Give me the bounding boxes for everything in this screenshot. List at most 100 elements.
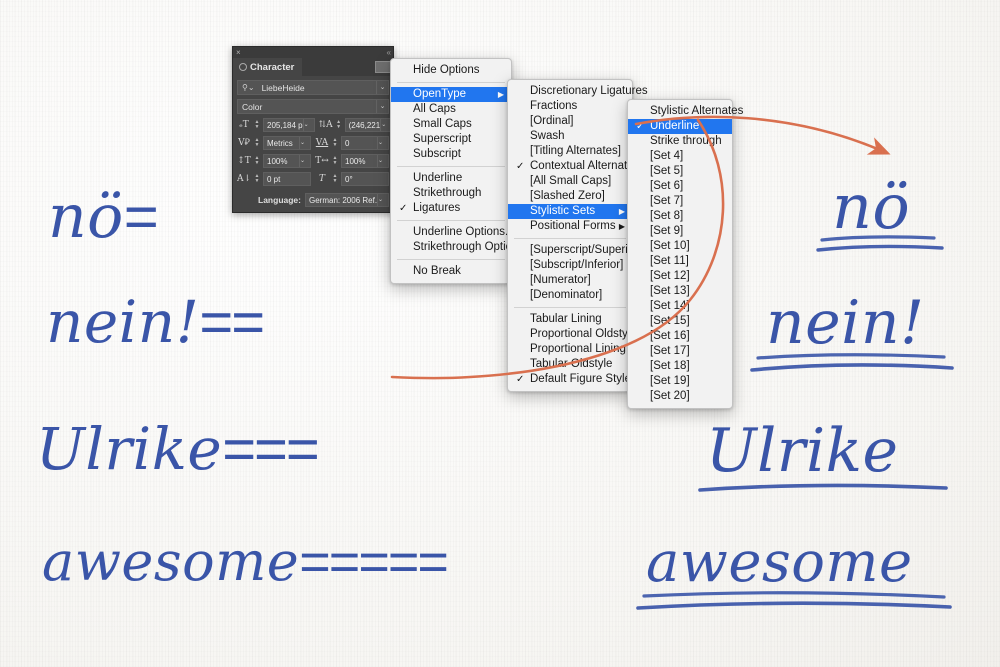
panel-options-menu[interactable]: Hide Options OpenType ▶ All Caps Small Caps S… bbox=[390, 58, 524, 284]
horizontal-scale-control[interactable]: T↔ ▲ ▼ 100% ⌄ bbox=[315, 154, 389, 168]
opentype-menu-item[interactable]: Swash bbox=[508, 129, 632, 144]
chevron-down-icon[interactable]: ⌄ bbox=[377, 137, 388, 149]
opentype-menu-item[interactable]: [Slashed Zero] bbox=[508, 189, 632, 204]
vertical-scale-control[interactable]: ↕T ▲ ▼ 100% ⌄ bbox=[237, 154, 311, 168]
tracking-control[interactable]: VA ▲ ▼ 0 ⌄ bbox=[315, 136, 389, 150]
stylistic-sets-menu-item[interactable]: ✓ Underline bbox=[628, 119, 732, 134]
tracking-field[interactable]: 0 ⌄ bbox=[341, 136, 389, 150]
collapse-icon[interactable]: « bbox=[387, 48, 392, 57]
opentype-menu-item-label: Swash bbox=[530, 130, 565, 142]
panel-menu-item[interactable]: Superscript bbox=[391, 132, 511, 147]
stepper-icon[interactable]: ▲ ▼ bbox=[331, 138, 339, 148]
stylistic-sets-menu-item-label: Stylistic Alternates bbox=[650, 105, 744, 117]
panel-menu-item[interactable]: ✓ Ligatures bbox=[391, 201, 511, 216]
chevron-down-icon[interactable]: ⌄ bbox=[299, 137, 310, 149]
chevron-down-icon[interactable]: ⌄ bbox=[302, 119, 314, 131]
kerning-control[interactable]: V⃎ ▲ ▼ Metrics ⌄ bbox=[237, 136, 311, 150]
stylistic-sets-menu-item[interactable]: [Set 5] bbox=[628, 164, 732, 179]
stylistic-sets-menu-item[interactable]: [Set 18] bbox=[628, 359, 732, 374]
character-panel[interactable]: × « Character ⚲⌄ LiebeHeide ⌄ Color ⌄ ₑT… bbox=[232, 46, 394, 213]
opentype-menu-item[interactable]: Discretionary Ligatures bbox=[508, 84, 648, 99]
opentype-menu-item[interactable]: Proportional Oldstyle bbox=[508, 327, 637, 342]
opentype-menu-item[interactable]: [Titling Alternates] bbox=[508, 144, 632, 159]
stepper-icon[interactable]: ▲ ▼ bbox=[331, 156, 339, 166]
baseline-shift-field[interactable]: 0 pt bbox=[263, 172, 311, 186]
stepper-icon[interactable]: ▲ ▼ bbox=[253, 174, 261, 184]
stepper-icon[interactable]: ▲ ▼ bbox=[335, 120, 343, 130]
opentype-menu-item[interactable]: Tabular Oldstyle bbox=[508, 357, 632, 372]
panel-menu-item[interactable]: OpenType ▶ bbox=[391, 87, 511, 102]
opentype-menu-item[interactable]: ✓ Contextual Alternates bbox=[508, 159, 639, 174]
stylistic-sets-menu-item[interactable]: [Set 10] bbox=[628, 239, 732, 254]
vertical-scale-field[interactable]: 100% ⌄ bbox=[263, 154, 311, 168]
horizontal-scale-field[interactable]: 100% ⌄ bbox=[341, 154, 389, 168]
leading-field[interactable]: (246,221 ⌄ bbox=[344, 118, 393, 132]
stylistic-sets-menu-item[interactable]: [Set 9] bbox=[628, 224, 732, 239]
stylistic-sets-menu-item[interactable]: [Set 15] bbox=[628, 314, 732, 329]
scale-row: ↕T ▲ ▼ 100% ⌄ T↔ ▲ ▼ 100% ⌄ bbox=[237, 154, 389, 168]
panel-menu-item[interactable]: No Break bbox=[391, 264, 511, 279]
stylistic-sets-menu-item[interactable]: Strike through bbox=[628, 134, 732, 149]
stylistic-sets-menu-item[interactable]: [Set 12] bbox=[628, 269, 732, 284]
panel-menu-item[interactable]: Subscript bbox=[391, 147, 511, 162]
opentype-menu-item[interactable]: Stylistic Sets ▶ bbox=[508, 204, 632, 219]
font-size-field[interactable]: 205,184 p ⌄ bbox=[263, 118, 315, 132]
opentype-submenu[interactable]: Discretionary Ligatures Fractions [Ordinal… bbox=[507, 79, 648, 392]
skew-control[interactable]: T ▲ ▼ 0° bbox=[315, 172, 389, 186]
baseline-shift-control[interactable]: A⇂ ▲ ▼ 0 pt bbox=[237, 172, 311, 186]
opentype-menu-item-label: Stylistic Sets bbox=[530, 205, 596, 217]
language-field[interactable]: German: 2006 Ref... ⌄ bbox=[305, 193, 389, 207]
tab-character[interactable]: Character bbox=[233, 58, 303, 76]
stylistic-sets-menu-item[interactable]: [Set 19] bbox=[628, 374, 732, 389]
opentype-menu-item[interactable]: [Subscript/Inferior] bbox=[508, 258, 632, 273]
chevron-down-icon[interactable]: ⌄ bbox=[376, 81, 388, 94]
panel-menu-item[interactable]: Underline bbox=[391, 171, 511, 186]
panel-menu-item[interactable]: Strikethrough Options bbox=[391, 240, 524, 255]
stepper-icon[interactable]: ▲ ▼ bbox=[331, 174, 339, 184]
chevron-down-icon[interactable]: ⌄ bbox=[299, 155, 310, 167]
opentype-menu-item[interactable]: ✓ Default Figure Style bbox=[508, 372, 632, 387]
panel-menu-item[interactable]: Underline Options.... bbox=[391, 225, 518, 240]
kerning-field[interactable]: Metrics ⌄ bbox=[263, 136, 311, 150]
close-icon[interactable]: × bbox=[236, 48, 241, 57]
stylistic-sets-menu-item[interactable]: [Set 14] bbox=[628, 299, 732, 314]
panel-menu-item[interactable]: All Caps bbox=[391, 102, 511, 117]
panel-menu-item-label: Strikethrough bbox=[413, 187, 482, 199]
chevron-down-icon[interactable]: ⌄ bbox=[377, 194, 388, 206]
panel-menu-item[interactable]: Hide Options bbox=[391, 63, 511, 78]
stepper-icon[interactable]: ▲ ▼ bbox=[253, 138, 261, 148]
stylistic-sets-menu-item[interactable]: [Set 7] bbox=[628, 194, 732, 209]
panel-menu-item[interactable]: Small Caps bbox=[391, 117, 511, 132]
stylistic-sets-menu-item[interactable]: [Set 13] bbox=[628, 284, 732, 299]
opentype-menu-item[interactable]: [Ordinal] bbox=[508, 114, 632, 129]
font-style-field[interactable]: Color ⌄ bbox=[237, 99, 389, 114]
stylistic-sets-menu-item[interactable]: [Set 20] bbox=[628, 389, 732, 404]
opentype-menu-item[interactable]: [All Small Caps] bbox=[508, 174, 632, 189]
stylistic-sets-submenu[interactable]: Stylistic Alternates ✓ Underline Strike thr… bbox=[627, 99, 743, 409]
opentype-menu-item[interactable]: [Superscript/Superior] bbox=[508, 243, 641, 258]
opentype-menu-item[interactable]: Tabular Lining bbox=[508, 312, 632, 327]
stylistic-sets-menu-item[interactable]: Stylistic Alternates bbox=[628, 104, 743, 119]
stylistic-sets-menu-item[interactable]: [Set 4] bbox=[628, 149, 732, 164]
stepper-icon[interactable]: ▲ ▼ bbox=[253, 120, 261, 130]
opentype-menu-item[interactable]: [Numerator] bbox=[508, 273, 632, 288]
sample-before-ulrike: Ulrike=== bbox=[36, 415, 320, 483]
stylistic-sets-menu-item[interactable]: [Set 16] bbox=[628, 329, 732, 344]
opentype-menu-item[interactable]: Proportional Lining bbox=[508, 342, 632, 357]
stylistic-sets-menu-item[interactable]: [Set 8] bbox=[628, 209, 732, 224]
panel-menu-icon[interactable] bbox=[375, 61, 391, 73]
panel-menu-item[interactable]: Strikethrough bbox=[391, 186, 511, 201]
font-size-control[interactable]: ₑT ▲ ▼ 205,184 p ⌄ bbox=[237, 118, 315, 132]
chevron-down-icon[interactable]: ⌄ bbox=[376, 100, 388, 113]
leading-control[interactable]: ⇅A ▲ ▼ (246,221 ⌄ bbox=[319, 118, 393, 132]
opentype-menu-item[interactable]: Fractions bbox=[508, 99, 632, 114]
chevron-down-icon[interactable]: ⌄ bbox=[377, 155, 388, 167]
opentype-menu-item[interactable]: [Denominator] bbox=[508, 288, 632, 303]
font-family-field[interactable]: ⚲⌄ LiebeHeide ⌄ bbox=[237, 80, 389, 95]
opentype-menu-item[interactable]: Positional Forms ▶ bbox=[508, 219, 632, 234]
stylistic-sets-menu-item[interactable]: [Set 6] bbox=[628, 179, 732, 194]
stepper-icon[interactable]: ▲ ▼ bbox=[253, 156, 261, 166]
stylistic-sets-menu-item[interactable]: [Set 17] bbox=[628, 344, 732, 359]
stylistic-sets-menu-item[interactable]: [Set 11] bbox=[628, 254, 732, 269]
skew-field[interactable]: 0° bbox=[341, 172, 389, 186]
